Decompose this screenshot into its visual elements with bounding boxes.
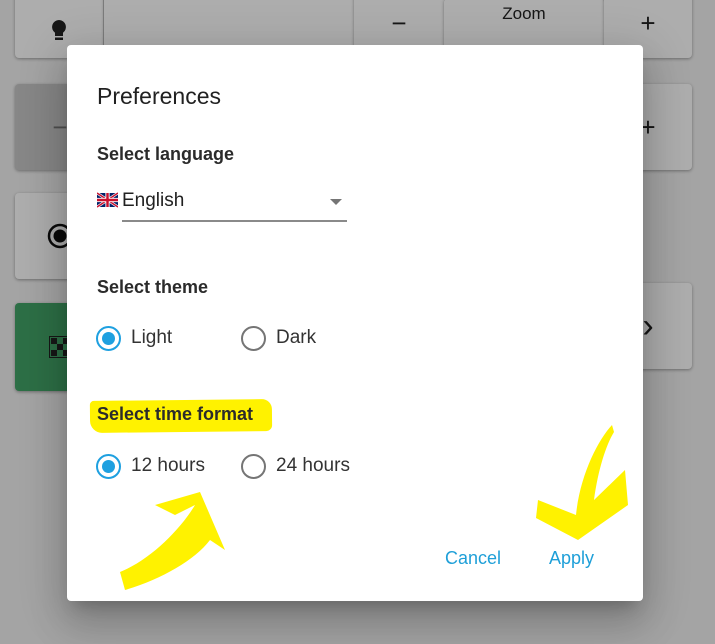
language-label: Select language: [97, 144, 235, 164]
time-option-12h[interactable]: 12 hours: [96, 452, 205, 480]
theme-label: Select theme: [97, 277, 209, 297]
radio-checked-icon[interactable]: [96, 325, 121, 351]
dialog-title: Preferences: [97, 83, 222, 109]
time-format-label: Select time format: [97, 404, 254, 424]
theme-option-label: Light: [131, 327, 173, 348]
dropdown-arrow-icon[interactable]: [330, 199, 342, 205]
radio-unchecked-icon[interactable]: [241, 325, 266, 351]
preferences-dialog: Preferences Select language English Sele…: [67, 45, 643, 601]
theme-option-dark[interactable]: Dark: [241, 324, 316, 352]
theme-option-label: Dark: [276, 327, 317, 348]
time-option-label: 12 hours: [131, 455, 205, 476]
theme-option-light[interactable]: Light: [96, 324, 172, 352]
apply-button[interactable]: Apply: [549, 548, 594, 569]
select-underline: [122, 220, 347, 222]
language-value: English: [122, 190, 185, 211]
time-option-24h[interactable]: 24 hours: [241, 452, 350, 480]
uk-flag-icon: [97, 191, 118, 209]
time-option-label: 24 hours: [276, 455, 350, 476]
language-select[interactable]: English: [97, 188, 347, 224]
radio-unchecked-icon[interactable]: [241, 453, 266, 479]
cancel-button[interactable]: Cancel: [445, 548, 501, 569]
radio-checked-icon[interactable]: [96, 453, 121, 479]
